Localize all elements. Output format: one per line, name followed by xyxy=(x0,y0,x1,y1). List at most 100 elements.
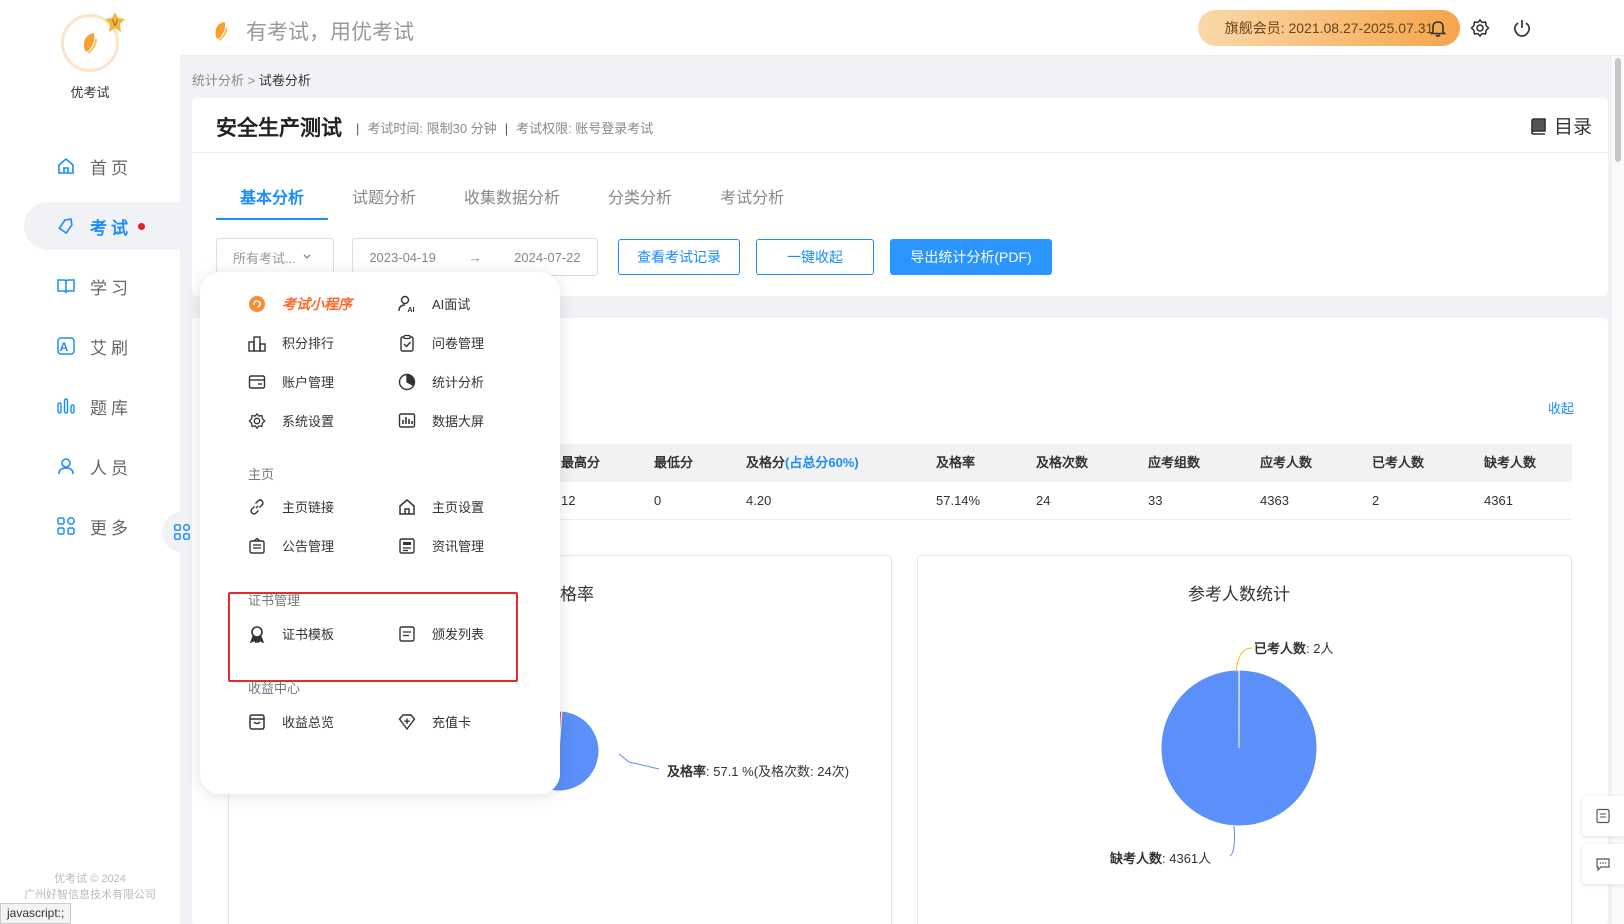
menu-label: 收益总览 xyxy=(282,715,335,730)
cell-absent-count: 4361 xyxy=(1484,493,1513,508)
date-start: 2023-04-19 xyxy=(369,249,436,265)
col-pass-score-note: (占总分60%) xyxy=(785,455,859,470)
menu-section-revenue: 收益中心 xyxy=(248,681,301,696)
label-leader-line xyxy=(1235,647,1253,673)
menu-recharge-card[interactable]: 充值卡 xyxy=(398,712,471,731)
scrollbar-track[interactable] xyxy=(1612,56,1624,924)
bars-icon xyxy=(57,398,75,414)
menu-system-settings[interactable]: 系统设置 xyxy=(248,411,334,430)
sidebar-item-learn[interactable]: 学习 xyxy=(24,262,170,310)
menu-notice[interactable]: 公告管理 xyxy=(248,536,334,555)
sidebar-item-label: 首页 xyxy=(90,158,132,178)
sidebar-item-more[interactable]: 更多 xyxy=(24,502,170,550)
cell-pass-count: 24 xyxy=(1036,493,1051,508)
menu-label: 系统设置 xyxy=(282,414,335,429)
home-icon xyxy=(58,157,74,174)
menu-big-screen[interactable]: 数据大屏 xyxy=(398,411,484,430)
meta-separator: | xyxy=(504,121,509,136)
menu-statistics[interactable]: 统计分析 xyxy=(398,372,484,391)
sidebar-nav: 首页 考试 学习 A 艾刷 题库 人员 更多 xyxy=(0,142,180,562)
sidebar-item-label: 人员 xyxy=(90,458,132,478)
menu-label: 问卷管理 xyxy=(432,336,485,351)
logo[interactable]: V 优考试 xyxy=(0,12,180,101)
taken-label-value: : 2人 xyxy=(1306,641,1334,656)
sidebar-item-label: 考试 xyxy=(90,218,132,238)
apps-icon xyxy=(174,523,191,540)
cell-min-score: 0 xyxy=(654,493,662,508)
menu-revenue-overview[interactable]: 收益总览 xyxy=(248,712,334,731)
vip-crown-icon: V xyxy=(105,12,125,32)
export-pdf-button[interactable]: 导出统计分析(PDF) xyxy=(890,239,1052,275)
exam-select-value: 所有考试... xyxy=(233,250,296,266)
collapse-link[interactable]: 收起 xyxy=(1548,398,1574,417)
bell-icon[interactable] xyxy=(1428,18,1448,38)
notice-board-icon xyxy=(249,537,265,554)
menu-label: 数据大屏 xyxy=(432,414,485,429)
breadcrumb: 统计分析 > 试卷分析 xyxy=(192,70,311,89)
sidebar-item-home[interactable]: 首页 xyxy=(24,142,170,190)
menu-label: 主页链接 xyxy=(282,500,335,515)
book-icon xyxy=(1531,117,1546,135)
col-pass-count: 及格次数 xyxy=(1036,455,1089,470)
sidebar-item-people[interactable]: 人员 xyxy=(24,442,170,490)
menu-label: 统计分析 xyxy=(432,375,485,390)
cell-taken-count: 2 xyxy=(1372,493,1380,508)
menu-news[interactable]: 资讯管理 xyxy=(398,536,484,555)
scrollbar-thumb[interactable] xyxy=(1615,58,1621,162)
sidebar-item-exam[interactable]: 考试 xyxy=(24,202,180,250)
vip-membership-badge[interactable]: 旗舰会员: 2021.08.27-2025.07.31 xyxy=(1198,10,1460,46)
tab-question-analysis[interactable]: 试题分析 xyxy=(352,180,416,220)
side-chat-button[interactable] xyxy=(1582,844,1624,884)
award-icon xyxy=(249,625,265,643)
collapse-all-button[interactable]: 一键收起 xyxy=(756,239,874,275)
gear-icon[interactable] xyxy=(1470,18,1490,38)
news-icon xyxy=(399,537,415,554)
view-records-button[interactable]: 查看考试记录 xyxy=(618,239,740,275)
col-group-count: 应考组数 xyxy=(1148,455,1201,470)
menu-label: 积分排行 xyxy=(282,336,335,351)
clipboard-check-icon xyxy=(400,334,414,352)
exam-select[interactable]: 所有考试... xyxy=(216,238,334,276)
tab-exam-analysis[interactable]: 考试分析 xyxy=(720,180,784,220)
menu-label: 证书模板 xyxy=(282,627,335,642)
sidebar-item-aishua[interactable]: A 艾刷 xyxy=(24,322,170,370)
taken-label: 已考人数: 2人 xyxy=(1254,638,1333,657)
footer-copyright: 优考试 © 2024 广州好智信息技术有限公司 xyxy=(0,871,180,903)
menu-section-certificate: 证书管理 xyxy=(248,593,301,608)
slogan-text: 有考试，用优考试 xyxy=(246,21,414,44)
pass-rate-label: 及格率: 57.1 %(及格次数: 24次) xyxy=(667,761,849,780)
apps-icon xyxy=(57,517,75,535)
label-leader-line xyxy=(1229,825,1235,857)
menu-issue-list[interactable]: 颁发列表 xyxy=(398,624,484,643)
menu-ai-interview[interactable]: AI AI面试 xyxy=(398,294,470,313)
attendance-chart: 参考人数统计 已考人数: 2人 缺考人数: 4361人 xyxy=(917,555,1572,924)
menu-ranking[interactable]: 积分排行 xyxy=(248,333,334,352)
menu-label: 主页设置 xyxy=(432,500,485,515)
sidebar-item-bank[interactable]: 题库 xyxy=(24,382,170,430)
side-doc-button[interactable] xyxy=(1582,796,1624,836)
menu-home-link[interactable]: 主页链接 xyxy=(248,497,334,516)
a-icon: A xyxy=(57,337,75,355)
date-range-picker[interactable]: 2023-04-19 → 2024-07-22 xyxy=(352,238,598,276)
tab-collected-data-analysis[interactable]: 收集数据分析 xyxy=(464,180,560,220)
menu-account[interactable]: 账户管理 xyxy=(248,372,334,391)
breadcrumb-sep: > xyxy=(244,73,259,88)
tab-category-analysis[interactable]: 分类分析 xyxy=(608,180,672,220)
tab-basic-analysis[interactable]: 基本分析 xyxy=(215,180,329,220)
exam-time: 考试时间: 限制30 分钟 xyxy=(367,121,497,136)
breadcrumb-parent[interactable]: 统计分析 xyxy=(192,73,244,88)
cell-max-score: 12 xyxy=(561,493,576,508)
chat-icon xyxy=(1596,858,1610,872)
breadcrumb-current: 试卷分析 xyxy=(258,73,311,88)
catalog-button[interactable]: 目录 xyxy=(1530,112,1592,139)
menu-questionnaire[interactable]: 问卷管理 xyxy=(398,333,484,352)
meta-separator: | xyxy=(356,121,360,136)
col-max-score: 最高分 xyxy=(561,455,601,470)
menu-certificate-template[interactable]: 证书模板 xyxy=(248,624,334,643)
exam-meta: | 考试时间: 限制30 分钟 | 考试权限: 账号登录考试 xyxy=(348,118,653,137)
menu-section-home: 主页 xyxy=(248,467,275,482)
menu-home-settings[interactable]: 主页设置 xyxy=(398,497,484,516)
menu-mini-program[interactable]: 考试小程序 xyxy=(248,294,352,314)
power-icon[interactable] xyxy=(1512,18,1532,38)
date-end: 2024-07-22 xyxy=(514,249,581,265)
